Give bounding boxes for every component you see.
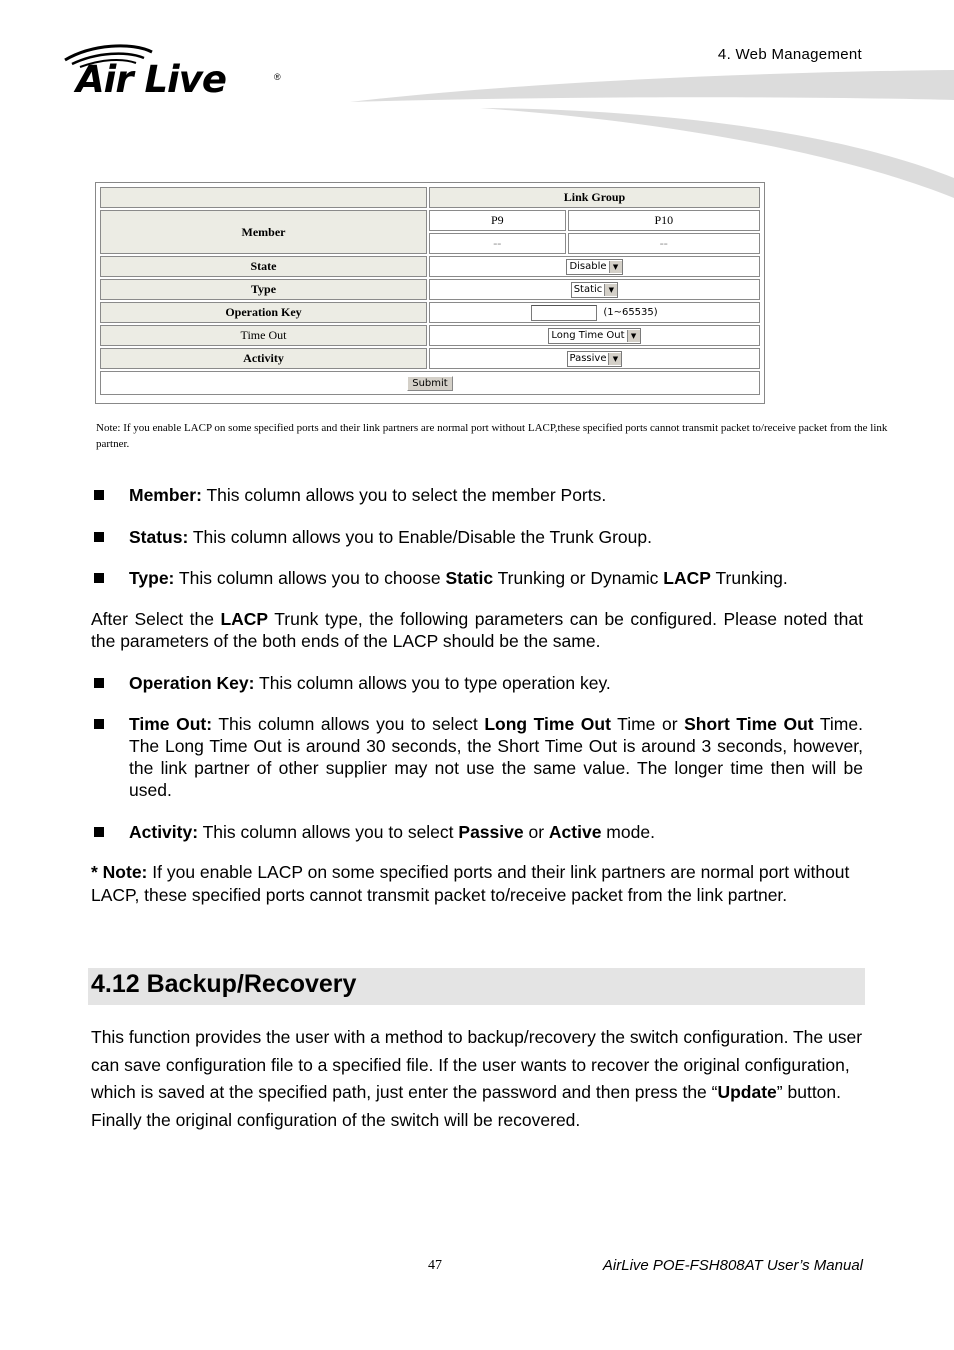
lacp-note: * Note: If you enable LACP on some speci…: [91, 861, 863, 907]
lacp-parameters-paragraph: After Select the LACP Trunk type, the fo…: [91, 608, 863, 652]
port-p10-value: --: [567, 233, 760, 254]
submit-row: Submit: [100, 371, 760, 395]
link-group-table: Link Group Member P9 P10 -- -- State Dis…: [98, 185, 762, 397]
registered-mark: ®: [274, 72, 281, 82]
dropdown-arrow-icon[interactable]: ▼: [604, 283, 618, 296]
bullet-term: Activity:: [129, 822, 199, 842]
state-cell: Disable ▼: [429, 256, 760, 277]
type-select[interactable]: Static ▼: [570, 281, 619, 298]
airlive-logo: Air Live ®: [62, 42, 287, 108]
state-select[interactable]: Disable ▼: [566, 258, 623, 275]
bullet-text: This column allows you to select: [198, 822, 459, 842]
operation-key-range-hint: (1~65535): [603, 307, 658, 319]
submit-button[interactable]: Submit: [407, 376, 453, 391]
operation-key-label: Operation Key: [100, 302, 427, 323]
operation-key-cell: (1~65535): [429, 302, 760, 323]
bold-term: Passive: [458, 822, 524, 842]
activity-select-value: Passive: [569, 353, 607, 365]
type-label: Type: [100, 279, 427, 300]
activity-cell: Passive ▼: [429, 348, 760, 369]
bullet-text: Trunking or Dynamic: [493, 568, 664, 588]
state-label: State: [100, 256, 427, 277]
type-select-value: Static: [573, 284, 603, 296]
bullet-text: Trunking.: [710, 568, 788, 588]
bullet-term: Time Out:: [129, 714, 213, 734]
bullet-square-icon: [94, 490, 104, 500]
link-group-header: Link Group: [429, 187, 760, 208]
bold-term: Long Time Out: [484, 714, 611, 734]
bullet-status: Status: This column allows you to Enable…: [91, 526, 863, 548]
bullet-activity: Activity: This column allows you to sele…: [91, 821, 863, 843]
type-cell: Static ▼: [429, 279, 760, 300]
bullet-text: Time or: [610, 714, 685, 734]
para-text: After Select the: [91, 609, 221, 629]
port-p9-value: --: [429, 233, 566, 254]
operation-key-input[interactable]: [531, 304, 598, 321]
port-p9-header: P9: [429, 210, 566, 231]
bullet-square-icon: [94, 827, 104, 837]
screenshot-note: Note: If you enable LACP on some specifi…: [96, 422, 888, 450]
time-out-select-value: Long Time Out: [551, 330, 625, 342]
dropdown-arrow-icon[interactable]: ▼: [608, 352, 622, 365]
bullet-time-out: Time Out: This column allows you to sele…: [91, 713, 863, 801]
dropdown-arrow-icon[interactable]: ▼: [626, 329, 640, 342]
link-group-config-panel: Link Group Member P9 P10 -- -- State Dis…: [95, 182, 765, 404]
time-out-select[interactable]: Long Time Out ▼: [548, 327, 641, 344]
section-header-bar: 4.12 Backup/Recovery: [88, 968, 865, 1005]
bullet-square-icon: [94, 678, 104, 688]
bold-term: Active: [548, 822, 602, 842]
bullet-type: Type: This column allows you to choose S…: [91, 567, 863, 589]
bullet-text: This column allows you to type operation…: [254, 673, 611, 693]
manual-title: AirLive POE-FSH808AT User’s Manual: [602, 1257, 863, 1274]
page-number: 47: [428, 1258, 442, 1273]
table-corner-cell: [100, 187, 427, 208]
note-text: If you enable LACP on some specified por…: [91, 862, 850, 905]
bullet-text: This column allows you to select the mem…: [201, 485, 607, 505]
bullet-square-icon: [94, 532, 104, 542]
backup-recovery-paragraph: This function provides the user with a m…: [91, 1024, 863, 1134]
bullet-operation-key: Operation Key: This column allows you to…: [91, 672, 863, 694]
bullet-text: This column allows you to select: [212, 714, 485, 734]
bullet-text: This column allows you to choose: [174, 568, 446, 588]
bullet-square-icon: [94, 573, 104, 583]
bullet-term: Type:: [129, 568, 175, 588]
bullet-text: mode.: [601, 822, 655, 842]
logo-wordmark: Air Live: [76, 58, 227, 101]
bullet-term: Status:: [129, 527, 189, 547]
note-label: * Note:: [91, 862, 148, 882]
bullet-term: Operation Key:: [129, 673, 255, 693]
dropdown-arrow-icon[interactable]: ▼: [608, 260, 622, 273]
bold-term: LACP: [220, 609, 269, 629]
member-label: Member: [100, 210, 427, 254]
time-out-label: Time Out: [100, 325, 427, 346]
bold-term: Update: [717, 1082, 777, 1102]
time-out-cell: Long Time Out ▼: [429, 325, 760, 346]
bullet-square-icon: [94, 719, 104, 729]
bullet-term: Member:: [129, 485, 202, 505]
chapter-heading: 4. Web Management: [717, 46, 862, 63]
port-p10-header: P10: [567, 210, 760, 231]
bold-term: Static: [445, 568, 494, 588]
bold-term: Short Time Out: [684, 714, 814, 734]
bullet-text: This column allows you to Enable/Disable…: [188, 527, 652, 547]
bullet-member: Member: This column allows you to select…: [91, 484, 863, 506]
bold-term: LACP: [663, 568, 711, 588]
section-title: 4.12 Backup/Recovery: [91, 970, 357, 998]
activity-select[interactable]: Passive ▼: [566, 350, 623, 367]
bullet-text: or: [523, 822, 549, 842]
state-select-value: Disable: [569, 261, 607, 273]
activity-label: Activity: [100, 348, 427, 369]
